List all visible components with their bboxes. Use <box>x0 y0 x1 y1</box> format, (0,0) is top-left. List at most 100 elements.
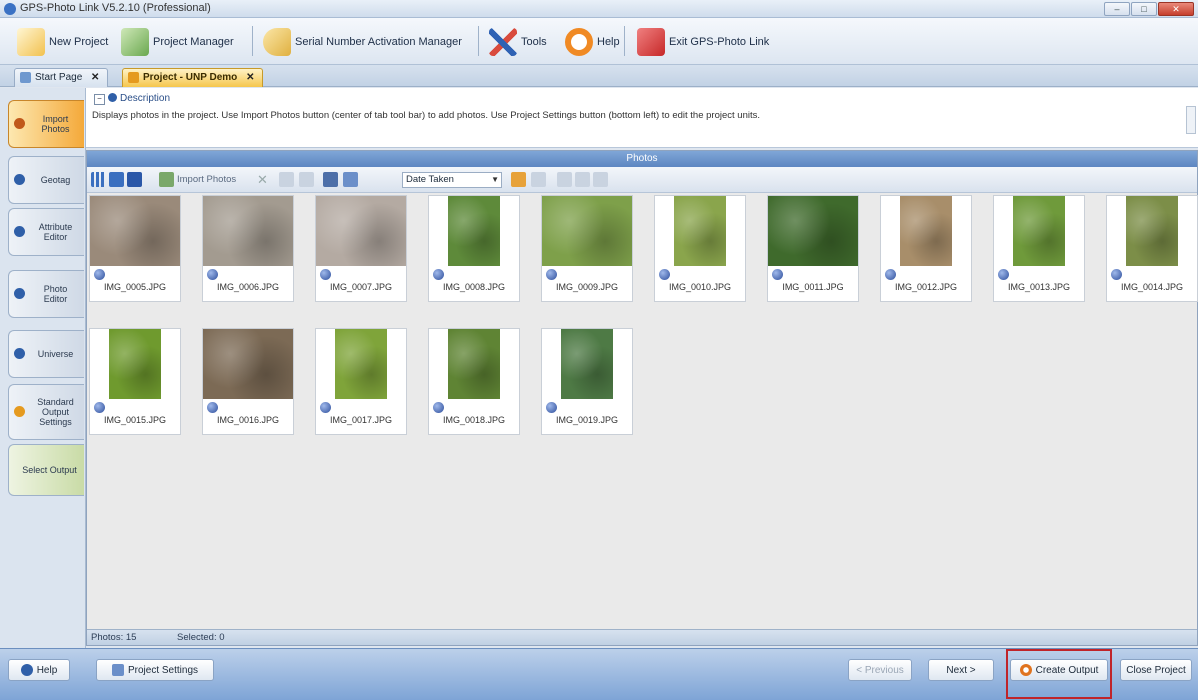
photos-panel-title: Photos <box>87 151 1197 167</box>
new-project-button[interactable]: New Project <box>12 24 113 60</box>
thumbnail-grid-icon[interactable] <box>91 172 106 187</box>
photo-filename: IMG_0005.JPG <box>103 282 167 292</box>
photo-image <box>448 329 500 399</box>
sidebar-item-standard-output-settings[interactable]: Standard Output Settings <box>8 384 84 440</box>
photo-filename: IMG_0016.JPG <box>216 415 280 425</box>
previous-button[interactable]: < Previous <box>848 659 912 681</box>
photo-thumbnail[interactable]: IMG_0010.JPG <box>654 195 746 302</box>
photo-thumbnail[interactable]: IMG_0012.JPG <box>880 195 972 302</box>
zoom-in-icon[interactable] <box>323 172 338 187</box>
sidebar-item-geotag[interactable]: Geotag <box>8 156 84 204</box>
minimize-icon[interactable]: ‒ <box>1104 2 1130 16</box>
check-icon[interactable] <box>299 172 314 187</box>
photos-toolbar: Import Photos ✕ Date Taken ▼ <box>87 167 1197 193</box>
photo-thumbnail[interactable]: IMG_0005.JPG <box>89 195 181 302</box>
close-tab-icon[interactable]: ✕ <box>246 72 254 83</box>
photo-thumbnail[interactable]: IMG_0018.JPG <box>428 328 520 435</box>
photo-image <box>768 196 858 266</box>
help-button[interactable]: Help <box>560 24 625 60</box>
create-output-highlight <box>1006 649 1112 699</box>
previous-label: < Previous <box>856 664 904 676</box>
tab-project[interactable]: Project - UNP Demo ✕ <box>122 68 264 87</box>
gps-globe-icon <box>433 269 444 280</box>
sidebar-item-label: Standard Output Settings <box>37 397 74 427</box>
exit-button[interactable]: Exit GPS-Photo Link <box>632 24 774 60</box>
photo-image <box>109 329 161 399</box>
photo-thumbnail[interactable]: IMG_0006.JPG <box>202 195 294 302</box>
tools-icon <box>489 28 517 56</box>
description-header[interactable]: − Description <box>94 93 170 105</box>
photo-filename: IMG_0012.JPG <box>894 282 958 292</box>
gps-globe-icon <box>207 402 218 413</box>
large-thumbnails-icon[interactable] <box>109 172 124 187</box>
gps-globe-icon <box>659 269 670 280</box>
sort-dropdown[interactable]: Date Taken ▼ <box>402 172 502 188</box>
step-icon <box>14 118 25 129</box>
refresh-icon[interactable] <box>279 172 294 187</box>
project-manager-button[interactable]: Project Manager <box>116 24 239 60</box>
close-project-button[interactable]: Close Project <box>1120 659 1192 681</box>
photos-status-bar: Photos: 15 Selected: 0 <box>87 629 1197 645</box>
photo-thumbnail[interactable]: IMG_0008.JPG <box>428 195 520 302</box>
sidebar-item-photo-editor[interactable]: Photo Editor <box>8 270 84 318</box>
description-scrollbar[interactable] <box>1186 106 1196 134</box>
next-button[interactable]: Next > <box>928 659 994 681</box>
sort-descending-icon[interactable] <box>531 172 546 187</box>
close-tab-icon[interactable]: ✕ <box>91 72 99 83</box>
next-label: Next > <box>946 664 976 676</box>
import-photos-icon[interactable] <box>159 172 174 187</box>
photo-filename: IMG_0019.JPG <box>555 415 619 425</box>
sidebar-item-select-output[interactable]: Select Output <box>8 444 84 496</box>
photo-thumbnail[interactable]: IMG_0017.JPG <box>315 328 407 435</box>
photo-thumbnail[interactable]: IMG_0013.JPG <box>993 195 1085 302</box>
details-view-icon[interactable] <box>127 172 142 187</box>
photo-thumbnail[interactable]: IMG_0019.JPG <box>541 328 633 435</box>
photo-thumbnail[interactable]: IMG_0009.JPG <box>541 195 633 302</box>
sidebar-item-label: Select Output <box>22 465 77 475</box>
help-bottom-button[interactable]: Help <box>8 659 70 681</box>
photo-image <box>900 196 952 266</box>
sort-ascending-icon[interactable] <box>511 172 526 187</box>
photo-thumbnail[interactable]: IMG_0014.JPG <box>1106 195 1198 302</box>
description-panel: − Description Displays photos in the proj… <box>86 88 1198 148</box>
photo-thumbnail[interactable]: IMG_0007.JPG <box>315 195 407 302</box>
gps-globe-icon <box>207 269 218 280</box>
help-ring-icon <box>565 28 593 56</box>
serial-number-activation-manager-button[interactable]: Serial Number Activation Manager <box>258 24 467 60</box>
photo-filename: IMG_0011.JPG <box>782 282 844 292</box>
gps-globe-icon <box>998 269 1009 280</box>
photo-image <box>90 196 180 266</box>
delete-icon[interactable]: ✕ <box>257 172 272 187</box>
photo-image <box>1126 196 1178 266</box>
photo-image <box>1013 196 1065 266</box>
gps-globe-icon <box>433 402 444 413</box>
photo-thumbnail[interactable]: IMG_0016.JPG <box>202 328 294 435</box>
close-icon[interactable]: ✕ <box>1158 2 1194 16</box>
sidebar-item-import-photos[interactable]: Import Photos <box>8 100 84 148</box>
window-controls: ‒ □ ✕ <box>1104 2 1194 16</box>
help-label: Help <box>597 36 620 48</box>
sidebar-item-attribute-editor[interactable]: Attribute Editor <box>8 208 84 256</box>
maximize-icon[interactable]: □ <box>1131 2 1157 16</box>
project-settings-button[interactable]: Project Settings <box>96 659 214 681</box>
collapse-icon[interactable]: − <box>94 94 105 105</box>
tools-button[interactable]: Tools <box>484 24 552 60</box>
rotate-right-icon[interactable] <box>575 172 590 187</box>
step-icon <box>14 406 25 417</box>
photo-filename: IMG_0010.JPG <box>668 282 732 292</box>
photo-thumbnail[interactable]: IMG_0011.JPG <box>767 195 859 302</box>
photo-thumbnail[interactable]: IMG_0015.JPG <box>89 328 181 435</box>
rotate-left-icon[interactable] <box>557 172 572 187</box>
gps-globe-icon <box>546 402 557 413</box>
exit-icon <box>637 28 665 56</box>
properties-icon[interactable] <box>593 172 608 187</box>
selected-count: Selected: 0 <box>177 632 225 643</box>
import-photos-button[interactable]: Import Photos <box>177 174 236 185</box>
sidebar-item-universe[interactable]: Universe <box>8 330 84 378</box>
sidebar-item-label: Geotag <box>40 175 71 185</box>
project-manager-icon <box>121 28 149 56</box>
gps-globe-icon <box>885 269 896 280</box>
zoom-out-icon[interactable] <box>343 172 358 187</box>
tab-start-page[interactable]: Start Page ✕ <box>14 68 109 87</box>
step-icon <box>14 174 25 185</box>
